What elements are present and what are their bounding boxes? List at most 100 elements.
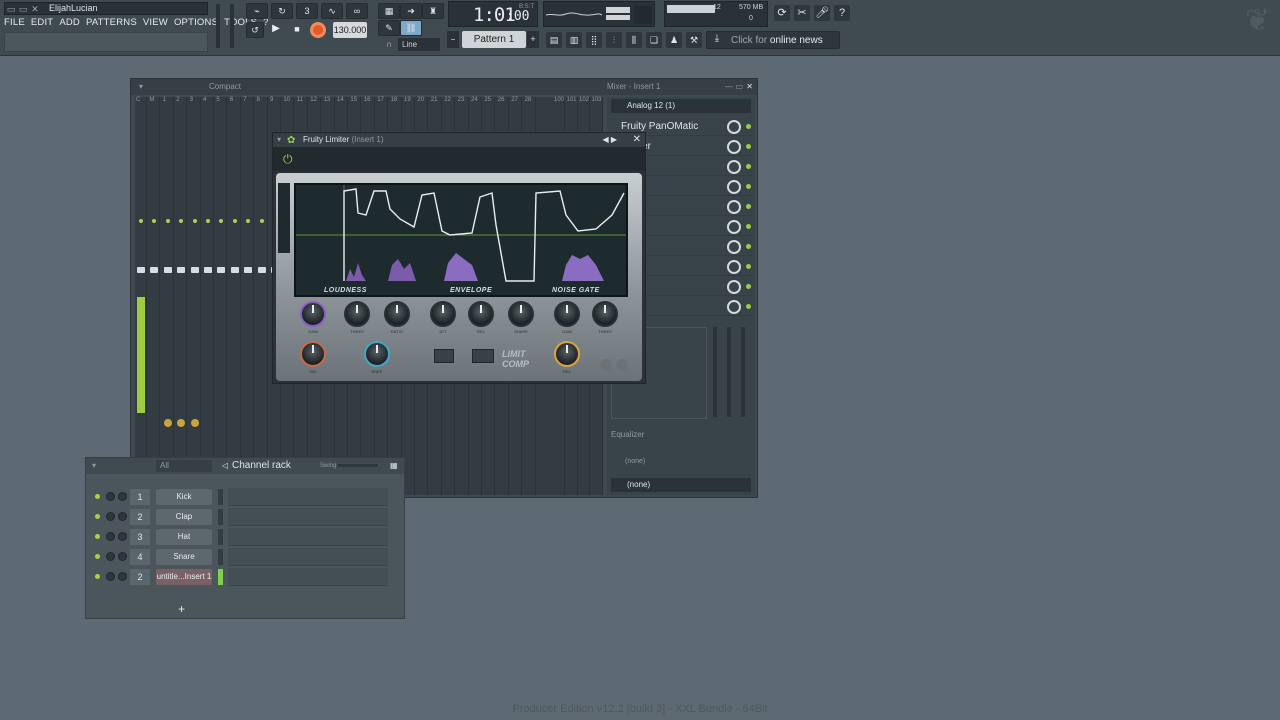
- channel-volume-knob[interactable]: [118, 552, 127, 561]
- channel-mixer-track[interactable]: 2: [130, 509, 150, 525]
- browser-icon[interactable]: ❏: [646, 32, 662, 48]
- mixer-icon[interactable]: ⫶: [606, 32, 622, 48]
- swing-slider[interactable]: [338, 464, 378, 467]
- channel-mute-led[interactable]: [95, 554, 100, 559]
- channel-row[interactable]: 2 Clap: [92, 508, 392, 526]
- piano-roll-icon[interactable]: ▦: [378, 3, 400, 19]
- blend-notes-icon[interactable]: ∞: [346, 3, 368, 19]
- stamp-icon[interactable]: ♜: [422, 3, 444, 19]
- channel-step-grid[interactable]: [228, 568, 388, 586]
- channel-rack-menu-icon[interactable]: ▾: [92, 458, 96, 474]
- mixer-track-led[interactable]: [179, 219, 184, 223]
- output-selector[interactable]: (none): [611, 478, 751, 492]
- fader-track-mid[interactable]: [727, 327, 731, 417]
- limiter-up-icon[interactable]: [616, 359, 628, 371]
- attack-knob[interactable]: [430, 301, 456, 327]
- snap-selector[interactable]: Line: [398, 38, 440, 51]
- restore-icon[interactable]: ▭: [5, 4, 17, 15]
- mixer-strip[interactable]: M: [148, 97, 161, 495]
- mixer-titlebar[interactable]: ▾ Compact Mixer - Insert 1 — ▭ ✕: [131, 79, 757, 95]
- cut-icon[interactable]: ✂: [794, 5, 810, 21]
- slot-enable-led[interactable]: [746, 224, 751, 229]
- mixer-fader[interactable]: [217, 267, 226, 273]
- online-news-button[interactable]: ⤓ Click for online news: [706, 31, 840, 49]
- channel-name-button[interactable]: Snare: [156, 549, 212, 565]
- mixer-faders-icon[interactable]: ⫼: [626, 32, 642, 48]
- mixer-track-led[interactable]: [152, 219, 157, 223]
- slot-enable-led[interactable]: [746, 164, 751, 169]
- channel-row[interactable]: 4 Snare: [92, 548, 392, 566]
- channel-step-grid[interactable]: [228, 508, 388, 526]
- mixer-track-led[interactable]: [192, 219, 197, 223]
- mixer-track-led[interactable]: [246, 219, 251, 223]
- mixer-route-knob[interactable]: [177, 419, 186, 427]
- channel-pan-knob[interactable]: [106, 532, 115, 541]
- mixer-view-label[interactable]: Compact: [209, 79, 241, 95]
- wait-input-icon[interactable]: ↻: [271, 3, 293, 19]
- mixer-fader[interactable]: [257, 267, 266, 273]
- menu-edit[interactable]: EDIT: [31, 16, 53, 30]
- maximize-icon[interactable]: ▭: [17, 4, 29, 15]
- metronome-icon[interactable]: ⌁: [246, 3, 268, 19]
- gate-gain-knob[interactable]: [554, 301, 580, 327]
- mixer-route-knob[interactable]: [163, 419, 172, 427]
- slot-mix-knob[interactable]: [727, 120, 741, 134]
- channel-filter-selector[interactable]: All: [156, 460, 212, 472]
- channel-mixer-track[interactable]: 1: [130, 489, 150, 505]
- stop-icon[interactable]: ■: [289, 22, 305, 38]
- channel-mixer-track[interactable]: 4: [130, 549, 150, 565]
- slot-enable-led[interactable]: [746, 304, 751, 309]
- threshold-knob[interactable]: [344, 301, 370, 327]
- mixer-fader[interactable]: [150, 267, 159, 273]
- limiter-menu-icon[interactable]: ▾: [277, 133, 281, 147]
- channel-name-button[interactable]: untitle...Insert 1: [156, 569, 212, 585]
- slot-enable-led[interactable]: [746, 264, 751, 269]
- channel-name-button[interactable]: Kick: [156, 489, 212, 505]
- mixer-menu-icon[interactable]: ▾: [139, 79, 143, 95]
- mixer-strip[interactable]: 3: [189, 97, 201, 495]
- section-loudness[interactable]: LOUDNESS: [324, 287, 367, 294]
- channel-mixer-track[interactable]: 2: [130, 569, 150, 585]
- channel-pan-knob[interactable]: [106, 492, 115, 501]
- channel-volume-knob[interactable]: [118, 492, 127, 501]
- mixer-fader[interactable]: [137, 267, 145, 273]
- channel-step-grid[interactable]: [228, 488, 388, 506]
- mixer-fader[interactable]: [244, 267, 253, 273]
- tempo-display[interactable]: 130.000: [333, 22, 367, 38]
- pattern-selector[interactable]: Pattern 1: [462, 31, 526, 48]
- limiter-titlebar[interactable]: ▾ ✿ Fruity Limiter (Insert 1) ◀ ▶ ✕: [273, 133, 645, 147]
- slot-mix-knob[interactable]: [727, 160, 741, 174]
- fader-track-right[interactable]: [741, 327, 745, 417]
- channel-rack-titlebar[interactable]: ▾ All ◁ Channel rack Swing ▦: [86, 458, 404, 474]
- mixer-fader[interactable]: [204, 267, 212, 273]
- mixer-strip[interactable]: 5: [215, 97, 228, 495]
- channel-step-grid[interactable]: [228, 548, 388, 566]
- mixer-track-led[interactable]: [139, 219, 143, 223]
- shape-knob[interactable]: [508, 301, 534, 327]
- knee-knob[interactable]: [364, 341, 390, 367]
- mixer-strip[interactable]: 2: [175, 97, 188, 495]
- countdown-icon[interactable]: 3: [296, 3, 318, 19]
- channel-volume-knob[interactable]: [118, 512, 127, 521]
- channel-mute-led[interactable]: [95, 494, 100, 499]
- mixer-track-led[interactable]: [232, 219, 237, 223]
- mixer-track-led[interactable]: [206, 219, 210, 223]
- mixer-fader[interactable]: [230, 267, 239, 273]
- gain-knob[interactable]: [300, 301, 326, 327]
- slot-enable-led[interactable]: [746, 144, 751, 149]
- channel-mute-led[interactable]: [95, 574, 100, 579]
- channel-row[interactable]: 1 Kick: [92, 488, 392, 506]
- mixer-route-knob[interactable]: [190, 419, 199, 427]
- channel-pan-knob[interactable]: [106, 552, 115, 561]
- step-grid-icon[interactable]: ▦: [390, 458, 398, 474]
- master-pitch-slider[interactable]: [230, 4, 234, 48]
- menu-add[interactable]: ADD: [59, 16, 80, 30]
- channel-mute-led[interactable]: [95, 534, 100, 539]
- limiter-down-icon[interactable]: [600, 359, 612, 371]
- channel-row[interactable]: 2 untitle...Insert 1: [92, 568, 392, 586]
- help-icon[interactable]: ?: [834, 5, 850, 21]
- mixer-track-led[interactable]: [219, 219, 224, 223]
- mixer-track-led[interactable]: [165, 219, 170, 223]
- channel-mixer-track[interactable]: 3: [130, 529, 150, 545]
- mixer-strip[interactable]: 6: [229, 97, 241, 495]
